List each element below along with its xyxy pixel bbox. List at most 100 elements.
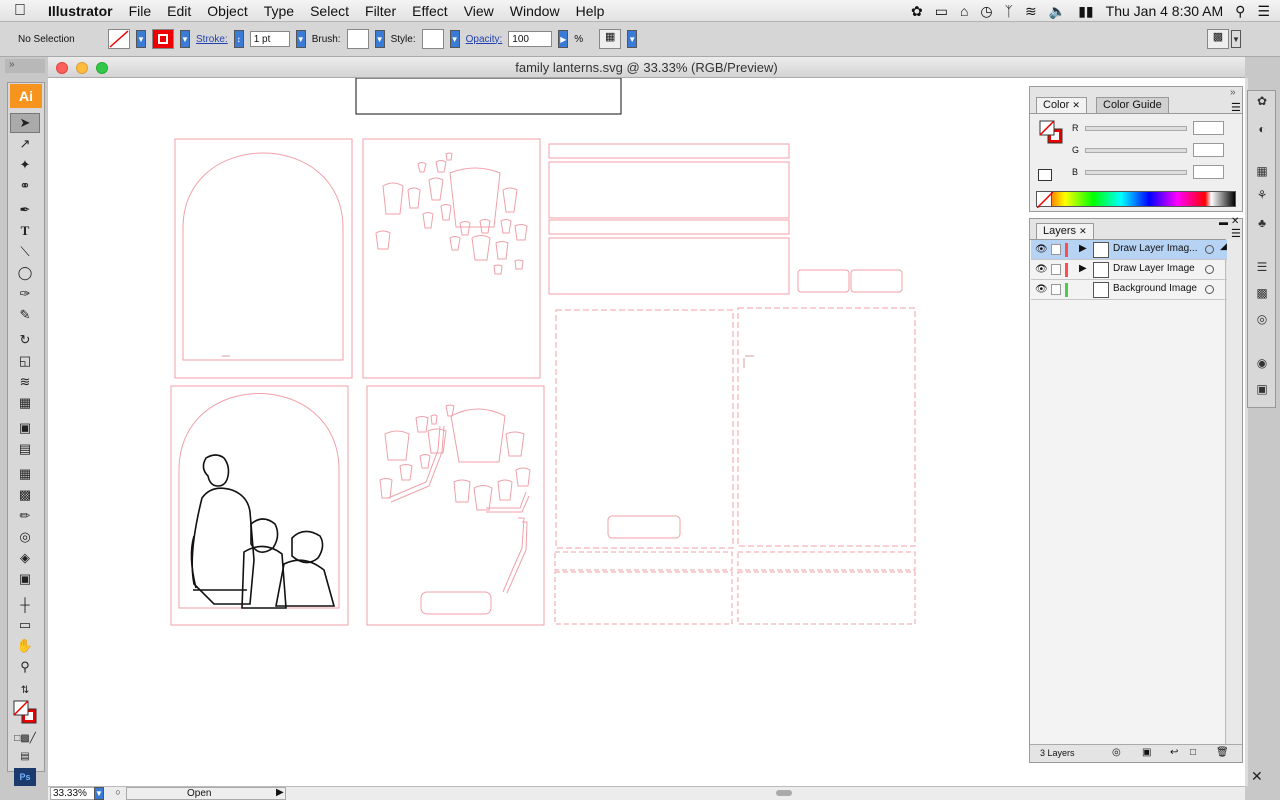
visibility-eye-icon[interactable]: 👁 bbox=[1035, 244, 1048, 255]
workspace-dropdown[interactable]: ▼ bbox=[1231, 30, 1241, 48]
locate-object-icon[interactable]: ◎ bbox=[1112, 747, 1121, 758]
paintbrush-tool-icon[interactable]: ✑ bbox=[10, 284, 40, 304]
g-value-field[interactable] bbox=[1193, 143, 1224, 157]
type-tool-icon[interactable]: T bbox=[10, 221, 40, 241]
tab-color-guide[interactable]: Color Guide bbox=[1096, 97, 1169, 113]
menu-file[interactable]: File bbox=[121, 0, 160, 22]
magic-wand-tool-icon[interactable]: ✦ bbox=[10, 155, 40, 175]
pencil-tool-icon[interactable]: ✎ bbox=[10, 305, 40, 325]
color-mode-icon[interactable]: □▩╱ bbox=[10, 728, 40, 748]
battery-icon[interactable]: ▮▮ bbox=[1078, 3, 1093, 20]
stroke-weight-dropdown[interactable]: ▼ bbox=[295, 30, 306, 48]
tab-color[interactable]: Color ✕ bbox=[1036, 97, 1087, 113]
crop-area-tool-icon[interactable]: ┼ bbox=[10, 594, 40, 614]
column-graph-tool-icon[interactable]: ▤ bbox=[10, 439, 40, 459]
target-circle-icon[interactable] bbox=[1205, 285, 1214, 294]
target-circle-icon[interactable] bbox=[1205, 245, 1214, 254]
opacity-dropdown[interactable]: ▶ bbox=[558, 30, 569, 48]
stroke-label[interactable]: Stroke: bbox=[196, 34, 228, 45]
b-slider[interactable] bbox=[1085, 170, 1187, 175]
scale-tool-icon[interactable]: ◱ bbox=[10, 351, 40, 371]
eraser-tool-icon[interactable]: ▭ bbox=[10, 615, 40, 635]
r-slider[interactable] bbox=[1085, 126, 1187, 131]
r-value-field[interactable] bbox=[1193, 121, 1224, 135]
stroke-stepper[interactable]: ↕ bbox=[233, 30, 244, 48]
appearance-panel-icon[interactable]: ♣ bbox=[1254, 215, 1270, 231]
panel-collapse-icon[interactable]: » bbox=[1230, 87, 1236, 98]
status-cycle-icon[interactable]: ○ bbox=[112, 787, 124, 800]
swap-fill-stroke-icon[interactable]: ⇅ bbox=[10, 680, 40, 700]
symbols-panel-icon[interactable]: ◐ bbox=[1254, 121, 1270, 137]
layers-close-icon[interactable]: ✕ bbox=[1231, 216, 1239, 227]
layer-row[interactable]: 👁 Background Image bbox=[1031, 280, 1227, 300]
swatches-panel-icon[interactable]: ▦ bbox=[1254, 163, 1270, 179]
lock-toggle[interactable] bbox=[1051, 244, 1061, 255]
document-setup-dropdown[interactable]: ▼ bbox=[627, 30, 638, 48]
brush-swatch[interactable] bbox=[346, 29, 369, 49]
stroke-weight-field[interactable]: 1 pt bbox=[249, 31, 290, 47]
rotate-tool-icon[interactable]: ↻ bbox=[10, 330, 40, 350]
home-icon[interactable]: ⌂ bbox=[960, 3, 968, 19]
target-circle-icon[interactable] bbox=[1205, 265, 1214, 274]
fan-icon[interactable]: ✿ bbox=[911, 3, 923, 20]
visibility-eye-icon[interactable]: 👁 bbox=[1035, 264, 1048, 275]
symbol-sprayer-tool-icon[interactable]: ▣ bbox=[10, 418, 40, 438]
layer-name[interactable]: Background Image bbox=[1113, 283, 1197, 294]
tools-panel-header[interactable]: » bbox=[5, 59, 45, 73]
menu-select[interactable]: Select bbox=[302, 0, 357, 22]
fill-swatch[interactable] bbox=[108, 29, 130, 49]
gradient-tool-icon[interactable]: ▩ bbox=[10, 485, 40, 505]
hand-tool-icon[interactable]: ✋ bbox=[10, 636, 40, 656]
expand-triangle-icon[interactable]: ▶ bbox=[1079, 243, 1087, 254]
close-panels-icon[interactable]: ✕ bbox=[1251, 768, 1263, 785]
graphic-styles-panel-icon[interactable]: ⚘ bbox=[1254, 187, 1270, 203]
live-paint-selection-tool-icon[interactable]: ▣ bbox=[10, 569, 40, 589]
menu-window[interactable]: Window bbox=[502, 0, 568, 22]
line-tool-icon[interactable]: ⟍ bbox=[10, 242, 40, 262]
expand-triangle-icon[interactable]: ▶ bbox=[1079, 263, 1087, 274]
ellipse-tool-icon[interactable]: ◯ bbox=[10, 263, 40, 283]
mesh-tool-icon[interactable]: ▦ bbox=[10, 464, 40, 484]
airplay-icon[interactable]: ▭ bbox=[935, 3, 948, 20]
b-value-field[interactable] bbox=[1193, 165, 1224, 179]
volume-icon[interactable]: 🔈 bbox=[1049, 3, 1066, 20]
zoom-field[interactable]: 33.33% bbox=[50, 787, 98, 800]
spotlight-icon[interactable]: ⚲ bbox=[1235, 3, 1245, 20]
stroke-panel-icon[interactable]: ☰ bbox=[1254, 259, 1270, 275]
transparency-panel-icon[interactable]: ◎ bbox=[1254, 311, 1270, 327]
screen-mode-icon[interactable]: ▤ bbox=[10, 746, 40, 766]
fill-stroke-indicator[interactable] bbox=[12, 699, 40, 725]
app-menu[interactable]: Illustrator bbox=[40, 0, 121, 22]
opacity-field[interactable]: 100 bbox=[508, 31, 553, 47]
workspace-icon[interactable]: ▩ bbox=[1207, 29, 1229, 49]
stroke-dropdown[interactable]: ▼ bbox=[180, 30, 190, 48]
bluetooth-icon[interactable]: ᛉ bbox=[1005, 3, 1013, 19]
status-arrow-icon[interactable]: ▶ bbox=[276, 787, 284, 798]
new-sublayer-icon[interactable]: ↩ bbox=[1170, 747, 1178, 758]
new-layer-icon[interactable]: □ bbox=[1190, 747, 1196, 758]
layer-row[interactable]: 👁 ▶ Draw Layer Image bbox=[1031, 260, 1227, 280]
none-color-box[interactable] bbox=[1036, 191, 1054, 209]
layer-name[interactable]: Draw Layer Image bbox=[1113, 263, 1195, 274]
color-spectrum-bar[interactable] bbox=[1036, 191, 1236, 207]
zoom-dropdown[interactable]: ▼ bbox=[94, 787, 104, 800]
none-swatch-small[interactable] bbox=[1038, 169, 1052, 181]
make-clipping-mask-icon[interactable]: ▣ bbox=[1142, 747, 1151, 758]
layer-name[interactable]: Draw Layer Imag... bbox=[1113, 243, 1197, 254]
notification-center-icon[interactable]: ☰ bbox=[1257, 3, 1270, 20]
fill-dropdown[interactable]: ▼ bbox=[136, 30, 146, 48]
menu-view[interactable]: View bbox=[456, 0, 502, 22]
lock-toggle[interactable] bbox=[1051, 264, 1061, 275]
lock-toggle[interactable] bbox=[1051, 284, 1061, 295]
transform-panel-icon[interactable]: ▣ bbox=[1254, 381, 1270, 397]
opacity-label[interactable]: Opacity: bbox=[466, 34, 503, 45]
menu-effect[interactable]: Effect bbox=[404, 0, 456, 22]
menu-edit[interactable]: Edit bbox=[159, 0, 199, 22]
free-transform-tool-icon[interactable]: ▦ bbox=[10, 393, 40, 413]
layer-row[interactable]: 👁 ▶ Draw Layer Imag... ◢ bbox=[1031, 240, 1227, 260]
eyedropper-tool-icon[interactable]: ✏ bbox=[10, 506, 40, 526]
apple-icon[interactable]:  bbox=[0, 2, 40, 20]
visibility-eye-icon[interactable]: 👁 bbox=[1035, 284, 1048, 295]
style-swatch[interactable] bbox=[421, 29, 444, 49]
menu-filter[interactable]: Filter bbox=[357, 0, 404, 22]
